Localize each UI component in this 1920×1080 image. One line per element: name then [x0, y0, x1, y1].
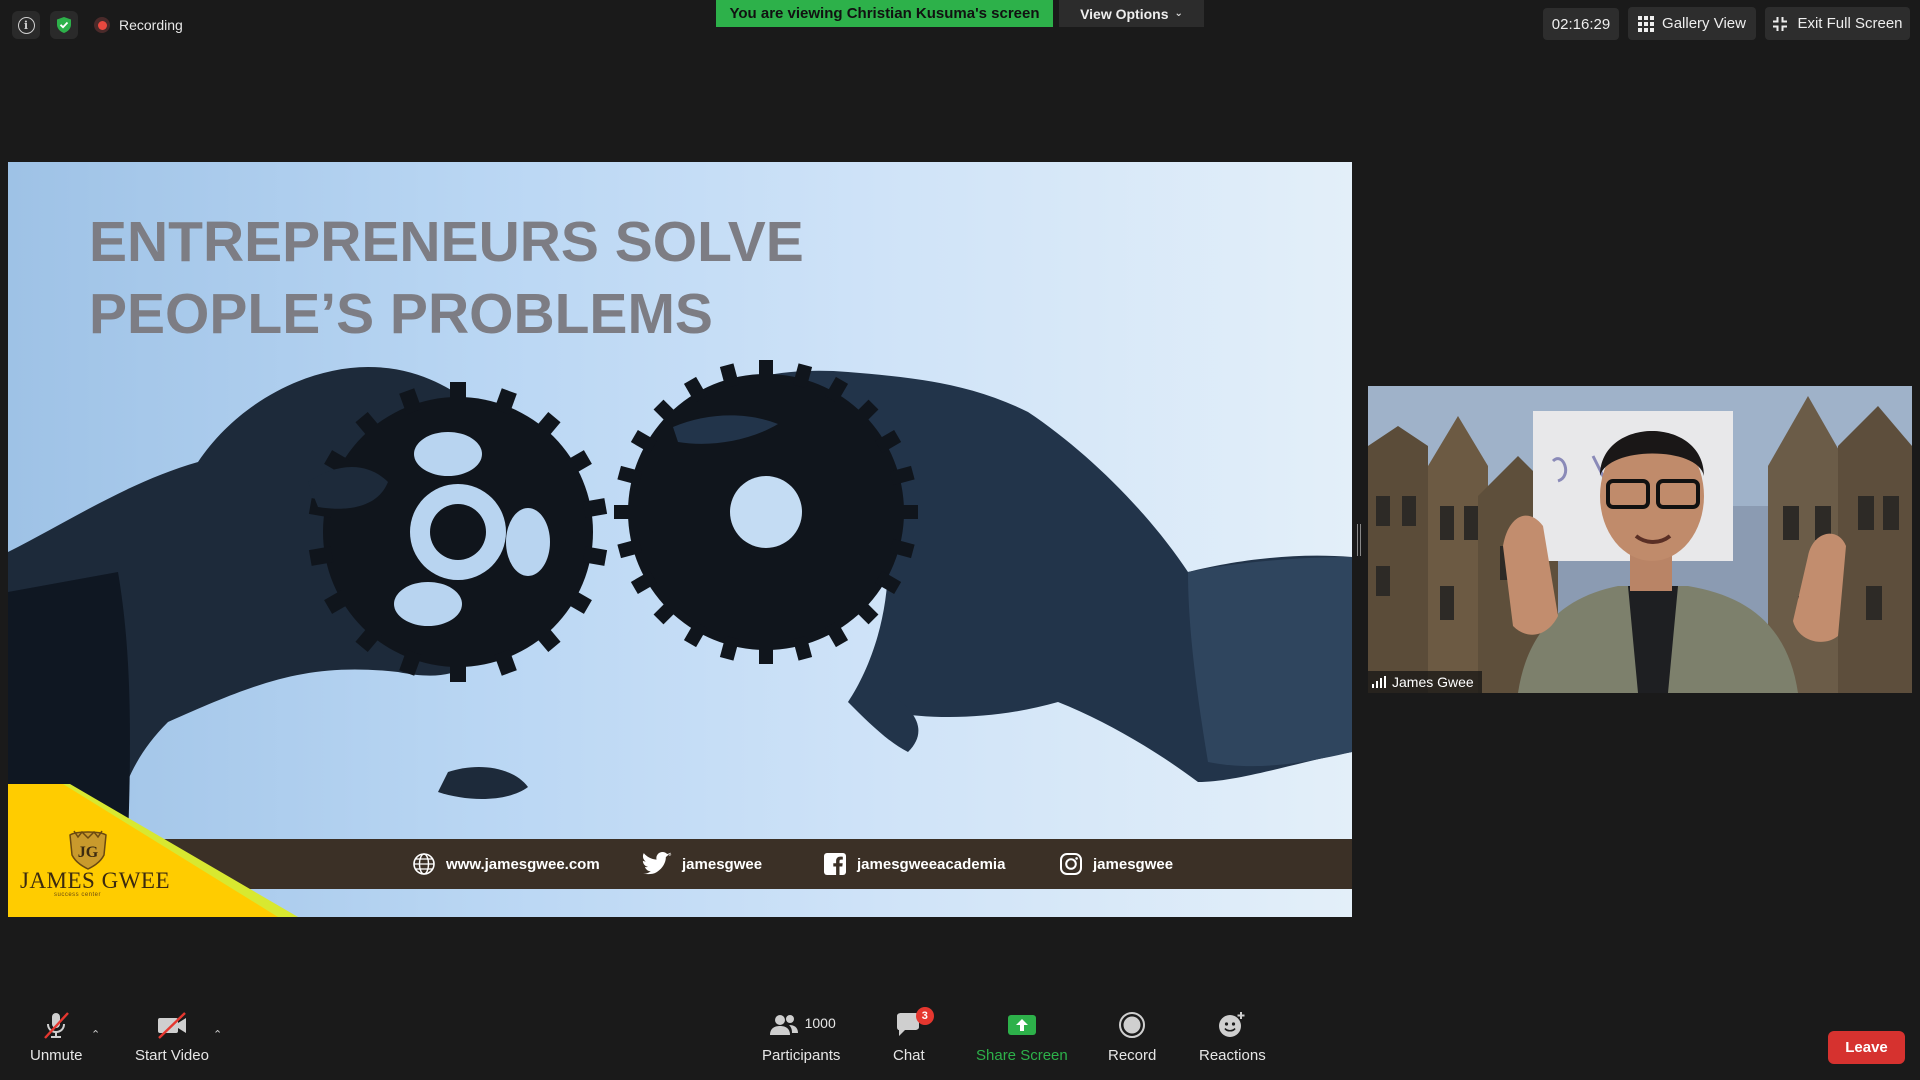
twitter-icon — [642, 852, 672, 875]
info-icon: i — [17, 16, 35, 34]
record-icon — [1117, 1010, 1147, 1040]
exit-full-screen-icon — [1773, 16, 1788, 31]
panel-resize-handle[interactable] — [1357, 524, 1363, 556]
meeting-controls-toolbar: Unmute ⌃ Start Video ⌃ 1000 Participants — [0, 1007, 1920, 1080]
logo-text: JAMES GWEE — [20, 868, 171, 893]
footer-twitter-text: jamesgwee — [682, 855, 763, 873]
svg-text:JG: JG — [78, 844, 99, 861]
audio-options-caret-icon[interactable]: ⌃ — [91, 1028, 100, 1041]
exit-full-screen-label: Exit Full Screen — [1797, 15, 1903, 32]
participants-count: 1000 — [804, 1015, 836, 1031]
globe-icon — [413, 853, 435, 875]
view-options-label: View Options — [1080, 5, 1169, 22]
start-video-label: Start Video — [135, 1047, 209, 1064]
logo-corner-banner — [8, 784, 298, 917]
shield-icon — [57, 17, 71, 33]
footer-instagram: jamesgwee — [1059, 839, 1173, 889]
chat-unread-badge: 3 — [915, 1007, 934, 1025]
recording-indicator[interactable]: Recording — [94, 12, 183, 38]
meeting-info-button[interactable]: i — [12, 11, 40, 39]
video-options-caret-icon[interactable]: ⌃ — [213, 1028, 222, 1041]
footer-website-text: www.jamesgwee.com — [446, 855, 600, 873]
slide-title-line-1: ENTREPRENEURS SOLVE — [89, 210, 804, 274]
meeting-timer: 02:16:29 — [1543, 8, 1619, 40]
share-screen-icon — [1006, 1010, 1038, 1040]
speaker-video-image — [1368, 386, 1912, 693]
view-options-dropdown[interactable]: View Options ⌄ — [1059, 0, 1204, 27]
recording-label: Recording — [119, 17, 183, 33]
exit-full-screen-button[interactable]: Exit Full Screen — [1765, 7, 1910, 40]
gallery-view-button[interactable]: Gallery View — [1628, 7, 1756, 40]
footer-website: www.jamesgwee.com — [412, 839, 600, 889]
footer-twitter: jamesgwee — [642, 839, 762, 889]
unmute-button[interactable]: Unmute — [30, 1010, 83, 1064]
participants-label: Participants — [762, 1047, 841, 1064]
reactions-button[interactable]: Reactions — [1199, 1010, 1266, 1064]
speaker-name: James Gwee — [1392, 674, 1474, 690]
record-button[interactable]: Record — [1108, 1010, 1156, 1064]
facebook-icon — [824, 853, 846, 875]
microphone-muted-icon — [41, 1010, 71, 1040]
start-video-button[interactable]: Start Video — [135, 1010, 209, 1064]
footer-facebook: jamesgweeacademia — [823, 839, 1005, 889]
chat-icon: 3 — [894, 1007, 934, 1040]
gallery-view-label: Gallery View — [1662, 15, 1746, 32]
recording-dot-icon — [94, 17, 110, 33]
logo-subtext: success center — [54, 892, 102, 898]
signal-strength-icon — [1372, 676, 1386, 688]
reactions-icon — [1216, 1010, 1248, 1040]
share-screen-button[interactable]: Share Screen — [976, 1010, 1068, 1064]
participants-icon — [769, 1015, 798, 1035]
speaker-video-tile[interactable]: James Gwee — [1368, 386, 1912, 693]
shared-screen: ENTREPRENEURS SOLVE PEOPLE’S PROBLEMS ww… — [8, 162, 1352, 917]
footer-instagram-text: jamesgwee — [1093, 855, 1174, 873]
reactions-label: Reactions — [1199, 1047, 1266, 1064]
viewing-screen-banner: You are viewing Christian Kusuma's scree… — [716, 0, 1053, 27]
leave-button[interactable]: Leave — [1828, 1031, 1905, 1064]
security-shield-button[interactable] — [50, 11, 78, 39]
chat-button[interactable]: 3 Chat — [893, 1007, 934, 1064]
top-bar: i Recording You are viewing Christian Ku… — [0, 0, 1920, 50]
chat-label: Chat — [893, 1047, 925, 1064]
speaker-name-tag: James Gwee — [1368, 671, 1482, 693]
footer-facebook-text: jamesgweeacademia — [857, 855, 1006, 873]
share-screen-label: Share Screen — [976, 1047, 1068, 1064]
participants-icon-group: 1000 — [767, 1010, 836, 1040]
james-gwee-crest-icon: JG — [69, 830, 107, 870]
grid-icon — [1638, 15, 1655, 32]
slide-title-line-2: PEOPLE’S PROBLEMS — [89, 282, 713, 346]
instagram-icon — [1060, 853, 1082, 875]
unmute-label: Unmute — [30, 1047, 83, 1064]
video-muted-icon — [155, 1010, 189, 1040]
record-label: Record — [1108, 1047, 1157, 1064]
participants-button[interactable]: 1000 Participants — [762, 1010, 840, 1064]
chevron-down-icon: ⌄ — [1174, 8, 1183, 19]
slide-title: ENTREPRENEURS SOLVE PEOPLE’S PROBLEMS — [89, 206, 804, 350]
